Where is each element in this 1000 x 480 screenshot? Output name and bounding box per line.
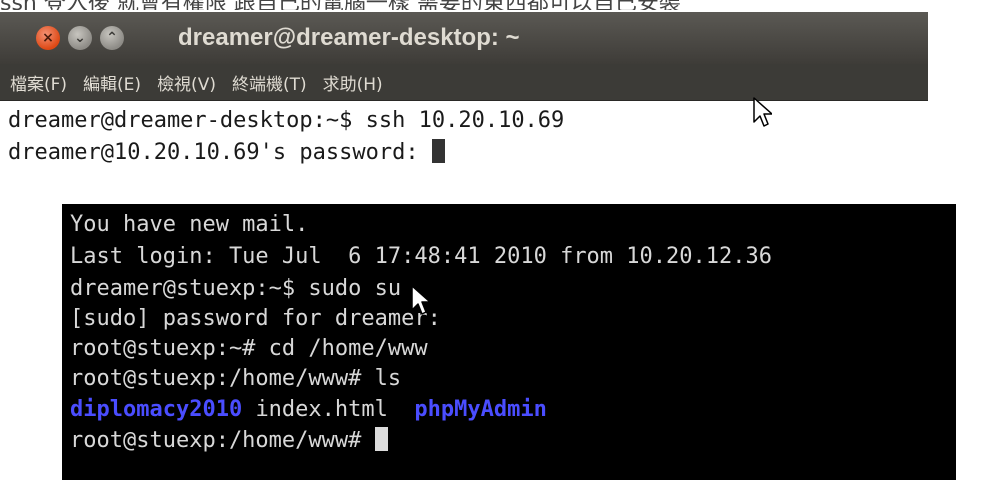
window-title: dreamer@dreamer-desktop: ~ <box>178 24 520 51</box>
directory-entry[interactable]: diplomacy2010 <box>70 397 242 422</box>
menu-terminal[interactable]: 終端機(T) <box>232 70 307 95</box>
caption-strip: ssh 登入後 就會有權限 跟自己的電腦一樣 需要的東西都可以自己安裝 <box>0 0 1000 10</box>
maximize-icon[interactable]: ⌃ <box>100 26 124 50</box>
terminal-line: You have new mail. <box>70 212 309 237</box>
terminal-line: dreamer@stuexp:~$ sudo su <box>70 276 402 301</box>
terminal-line: dreamer@10.20.10.69's password: <box>8 138 445 167</box>
ls-output-line: diplomacy2010 index.html phpMyAdmin <box>70 395 547 424</box>
terminal-output-local[interactable]: dreamer@dreamer-desktop:~$ ssh 10.20.10.… <box>0 101 928 204</box>
window-titlebar[interactable]: × ⌄ ⌃ dreamer@dreamer-desktop: ~ <box>0 12 928 64</box>
directory-entry[interactable]: phpMyAdmin <box>414 397 546 422</box>
terminal-line: Last login: Tue Jul 6 17:48:41 2010 from… <box>70 244 772 269</box>
terminal-line: root@stuexp:/home/www# ls <box>70 366 402 391</box>
terminal-line: root@stuexp:~# cd /home/www <box>70 336 428 361</box>
menu-help[interactable]: 求助(H) <box>323 70 383 95</box>
mouse-pointer-icon <box>753 97 772 127</box>
menu-edit[interactable]: 編輯(E) <box>83 70 141 95</box>
terminal-line: [sudo] password for dreamer: <box>70 306 441 331</box>
menu-bar: 檔案(F) 編輯(E) 檢視(V) 終端機(T) 求助(H) <box>0 64 928 101</box>
menu-file[interactable]: 檔案(F) <box>10 70 67 95</box>
terminal-cursor <box>431 139 445 163</box>
menu-view[interactable]: 檢視(V) <box>157 70 216 95</box>
terminal-line: dreamer@dreamer-desktop:~$ ssh 10.20.10.… <box>8 108 565 133</box>
close-icon[interactable]: × <box>36 26 60 50</box>
terminal-cursor <box>374 427 388 451</box>
terminal-window-remote[interactable]: You have new mail. Last login: Tue Jul 6… <box>62 204 956 480</box>
terminal-window-local: × ⌄ ⌃ dreamer@dreamer-desktop: ~ 檔案(F) 編… <box>0 12 928 204</box>
file-entry[interactable]: index.html <box>255 397 387 422</box>
minimize-icon[interactable]: ⌄ <box>68 26 92 50</box>
mouse-pointer-icon <box>411 285 430 315</box>
terminal-line: root@stuexp:/home/www# <box>70 426 388 455</box>
